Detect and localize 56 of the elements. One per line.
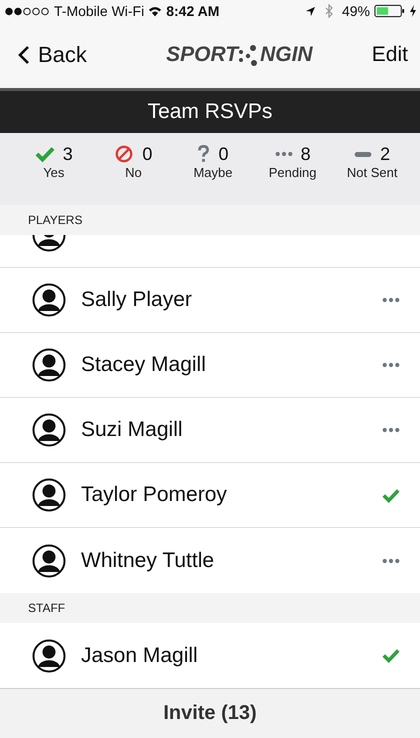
ellipsis-icon [382, 362, 400, 368]
rsvp-label: Pending [268, 165, 316, 180]
rsvp-count: 0 [142, 144, 152, 164]
ellipsis-icon [274, 151, 293, 157]
rsvp-label: No [125, 165, 142, 180]
person-avatar-icon [32, 478, 66, 512]
check-icon [382, 648, 400, 663]
rsvp-label: Yes [43, 165, 64, 180]
back-button[interactable]: Back [18, 42, 87, 68]
edit-button[interactable]: Edit [372, 43, 408, 67]
ellipsis-icon [382, 427, 400, 433]
location-arrow-icon [304, 6, 316, 16]
member-row[interactable]: Stacey Magill [0, 333, 420, 398]
signal-strength-icon [4, 6, 50, 16]
person-avatar-icon [32, 283, 66, 317]
member-name: Suzi Magill [81, 418, 184, 442]
member-row[interactable]: Suzi Magill [0, 398, 420, 463]
person-avatar-icon [32, 638, 66, 672]
member-row[interactable]: Sally Player [0, 268, 420, 333]
wifi-icon [148, 6, 162, 16]
check-icon [34, 145, 55, 163]
invite-button[interactable]: Invite (13) [0, 688, 420, 738]
screen-title: Team RSVPs [148, 100, 272, 124]
rsvp-count: 8 [300, 144, 311, 164]
rsvp-count: 2 [380, 144, 390, 164]
bluetooth-icon [324, 4, 334, 18]
rsvp-label: Maybe [193, 165, 232, 180]
person-avatar-icon [32, 544, 66, 578]
charging-bolt-icon [410, 5, 416, 17]
ellipsis-icon [382, 297, 400, 303]
battery-icon [374, 4, 406, 18]
sportngin-logo: SPORT NGIN [166, 43, 313, 67]
member-name: Jason Magill [81, 644, 199, 668]
check-icon [382, 488, 400, 502]
member-name: Whitney Tuttle [81, 548, 216, 572]
rsvp-count: 0 [218, 144, 228, 164]
chevron-left-icon [18, 45, 30, 65]
prohibited-icon [114, 145, 134, 163]
question-mark-icon [197, 145, 210, 163]
member-row[interactable]: Whitney Tuttle [0, 528, 420, 593]
dash-icon [354, 152, 372, 156]
rsvp-count: 3 [62, 144, 73, 164]
clock-time: 8:42 AM [166, 3, 220, 19]
person-avatar-icon [32, 348, 66, 382]
ellipsis-icon [382, 558, 400, 564]
rsvp-label: Not Sent [346, 165, 398, 180]
member-row[interactable]: Jason Magill [0, 623, 420, 688]
person-avatar-icon [32, 413, 66, 447]
carrier-name: T-Mobile Wi-Fi [54, 3, 144, 19]
member-name: Stacey Magill [81, 353, 207, 377]
section-title: PLAYERS [28, 213, 82, 227]
member-name: Taylor Pomeroy [81, 483, 228, 507]
member-row[interactable]: Taylor Pomeroy [0, 463, 420, 528]
section-title: STAFF [28, 601, 66, 615]
member-name: Sally Player [81, 288, 193, 312]
battery-percent: 49% [342, 3, 370, 19]
